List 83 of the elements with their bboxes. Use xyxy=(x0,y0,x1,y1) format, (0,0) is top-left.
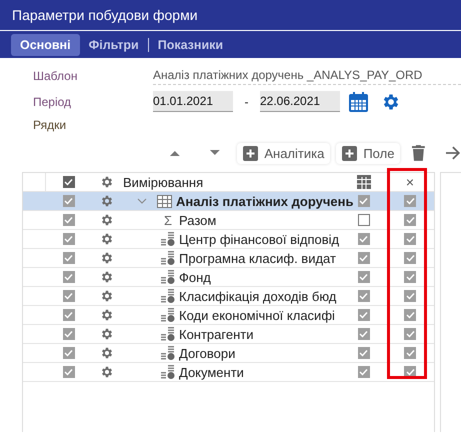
field-label: Шаблон xyxy=(33,68,78,82)
row-label[interactable]: Коди економічної класифі xyxy=(179,308,335,322)
tab[interactable]: Фільтри xyxy=(80,34,148,56)
coins-icon xyxy=(161,270,175,284)
coins-icon xyxy=(161,251,175,265)
template-value: Аналіз платіжних доручень _ANALYS_PAY_ORD xyxy=(153,66,461,85)
checkbox[interactable] xyxy=(62,271,74,283)
columns-icon[interactable] xyxy=(356,175,370,189)
gear-icon[interactable] xyxy=(100,270,114,284)
checkbox[interactable] xyxy=(358,214,370,226)
checkbox[interactable] xyxy=(62,347,74,359)
coins-icon xyxy=(161,365,175,379)
checkbox[interactable] xyxy=(358,366,370,378)
checkbox[interactable] xyxy=(404,214,416,226)
gear-icon[interactable] xyxy=(100,308,114,322)
settings-icon[interactable] xyxy=(381,92,401,112)
checkbox[interactable] xyxy=(62,176,74,188)
checkbox[interactable] xyxy=(404,252,416,264)
checkbox[interactable] xyxy=(62,290,74,302)
checkbox[interactable] xyxy=(62,214,74,226)
checkbox[interactable] xyxy=(404,233,416,245)
arrow-right-icon[interactable] xyxy=(445,146,461,160)
date-field[interactable]: 01.01.2021 xyxy=(153,91,233,112)
checkbox[interactable] xyxy=(358,290,370,302)
gear-icon[interactable] xyxy=(100,213,114,227)
coins-icon xyxy=(161,308,175,322)
checkbox[interactable] xyxy=(358,195,370,207)
table-icon xyxy=(157,194,172,208)
coins-icon xyxy=(161,289,175,303)
checkbox[interactable] xyxy=(358,271,370,283)
field-label: Період xyxy=(33,94,72,108)
column-header: Вимірювання xyxy=(123,174,204,190)
row-label[interactable]: Класифікація доходів бюд xyxy=(179,288,336,304)
window-title: Параметри побудови форми xyxy=(0,0,461,31)
gear-icon[interactable] xyxy=(100,327,114,341)
coins-icon xyxy=(161,346,175,360)
checkbox[interactable] xyxy=(358,328,370,340)
coins-icon xyxy=(161,232,175,246)
row-label[interactable]: Фонд xyxy=(179,270,211,284)
row-label[interactable]: Контрагенти xyxy=(179,326,254,342)
plus-icon xyxy=(342,146,358,160)
row-label[interactable]: Договори xyxy=(179,346,236,360)
gear-icon[interactable] xyxy=(100,251,114,265)
row-label[interactable]: Центр фінансової відповід xyxy=(179,232,340,246)
field-label: Рядки xyxy=(33,118,68,132)
checkbox[interactable] xyxy=(404,347,416,359)
calendar-icon[interactable] xyxy=(349,92,368,112)
gear-icon[interactable] xyxy=(100,346,114,360)
checkbox[interactable] xyxy=(404,271,416,283)
chevron-down-icon[interactable] xyxy=(137,197,147,205)
gear-icon[interactable] xyxy=(100,194,114,208)
checkbox[interactable] xyxy=(62,195,74,207)
add-analytics-button[interactable]: Аналітика xyxy=(237,142,330,164)
trash-icon[interactable] xyxy=(412,145,426,161)
gear-icon[interactable] xyxy=(100,232,114,246)
checkbox[interactable] xyxy=(62,233,74,245)
plus-icon xyxy=(243,146,258,160)
checkbox[interactable] xyxy=(62,328,74,340)
checkbox[interactable] xyxy=(62,366,74,378)
date-field[interactable]: 22.06.2021 xyxy=(260,91,340,112)
date-separator: - xyxy=(244,94,250,108)
gear-icon[interactable] xyxy=(100,365,114,379)
checkbox[interactable] xyxy=(404,195,416,207)
checkbox[interactable] xyxy=(62,252,74,264)
row-label[interactable]: Документи xyxy=(179,364,244,380)
add-field-button[interactable]: Поле xyxy=(336,142,400,164)
row-label[interactable]: Разом xyxy=(179,212,216,228)
checkbox[interactable] xyxy=(404,309,416,321)
tab[interactable]: Показники xyxy=(148,34,232,56)
checkbox[interactable] xyxy=(404,290,416,302)
gear-icon[interactable] xyxy=(100,175,114,189)
gear-icon[interactable] xyxy=(100,289,114,303)
row-label[interactable]: Програмна класиф. видат xyxy=(179,250,336,266)
checkbox[interactable] xyxy=(358,252,370,264)
close-icon[interactable]: × xyxy=(406,174,414,190)
checkbox[interactable] xyxy=(62,309,74,321)
checkbox[interactable] xyxy=(404,328,416,340)
checkbox[interactable] xyxy=(358,233,370,245)
coins-icon xyxy=(161,327,175,341)
sigma-icon: Σ xyxy=(161,212,175,228)
tab[interactable]: Основні xyxy=(11,34,80,56)
checkbox[interactable] xyxy=(358,347,370,359)
checkbox[interactable] xyxy=(358,309,370,321)
